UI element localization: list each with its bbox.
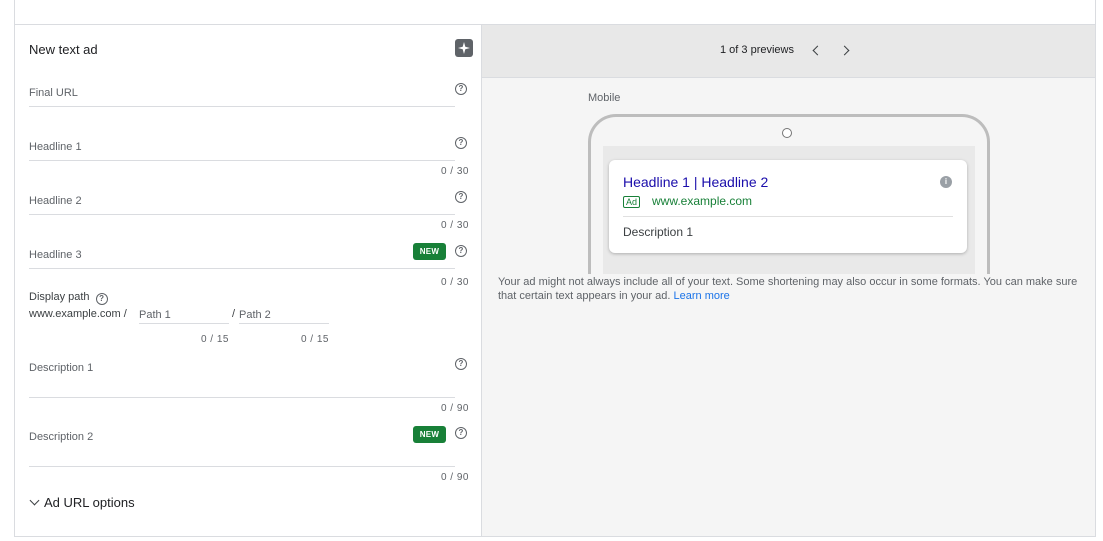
editor-title: New text ad (29, 42, 98, 57)
path2-input[interactable] (239, 307, 329, 324)
path2-counter: 0 / 15 (300, 334, 329, 345)
headline2-input[interactable] (29, 196, 455, 215)
display-path-domain: www.example.com / (29, 308, 127, 320)
path1-counter: 0 / 15 (200, 334, 229, 345)
path-separator: / (232, 308, 236, 320)
chevron-down-icon (29, 495, 40, 506)
ad-preview-card: Headline 1 | Headline 2 i Ad www.example… (609, 160, 967, 253)
learn-more-link[interactable]: Learn more (674, 290, 730, 302)
ad-headline: Headline 1 | Headline 2 (623, 174, 769, 190)
headline1-counter: 0 / 30 (440, 166, 469, 177)
ad-editor-frame: New text ad Final URL ? Headline 1 ? 0 /… (14, 25, 1096, 537)
path1-input[interactable] (139, 307, 229, 324)
headline3-counter: 0 / 30 (440, 277, 469, 288)
description2-label: Description 2 (29, 431, 94, 443)
ad-description: Description 1 (623, 225, 694, 239)
phone-camera (782, 128, 792, 138)
new-badge: NEW (413, 426, 446, 443)
final-url-input[interactable] (29, 88, 455, 107)
top-bar (14, 0, 1096, 25)
ad-divider (623, 216, 953, 217)
sparkle-icon[interactable] (455, 39, 473, 57)
description1-counter: 0 / 90 (440, 403, 469, 414)
description2-counter: 0 / 90 (440, 472, 469, 483)
preview-disclaimer: Your ad might not always include all of … (498, 275, 1078, 303)
display-path-label: Display path ? (29, 291, 108, 305)
ad-display-url: www.example.com (652, 194, 753, 208)
display-path-label-text: Display path (29, 291, 90, 303)
mobile-phone-frame: Headline 1 | Headline 2 i Ad www.example… (588, 114, 990, 274)
help-icon[interactable]: ? (455, 427, 467, 439)
ad-badge: Ad (623, 196, 641, 208)
description1-label: Description 1 (29, 362, 94, 374)
preview-header: 1 of 3 previews (482, 25, 1095, 78)
help-icon[interactable]: ? (95, 293, 108, 305)
preview-count: 1 of 3 previews (720, 44, 794, 56)
sparkle-icon-glyph (458, 42, 470, 54)
chevron-left-icon[interactable] (808, 43, 824, 59)
ad-url-options-label: Ad URL options (44, 495, 135, 510)
help-icon[interactable]: ? (455, 83, 467, 95)
info-icon[interactable]: i (940, 176, 952, 188)
headline1-input[interactable] (29, 142, 455, 161)
phone-screen: Headline 1 | Headline 2 i Ad www.example… (603, 146, 975, 274)
help-icon[interactable]: ? (455, 191, 467, 203)
description1-input[interactable] (29, 379, 455, 398)
help-icon[interactable]: ? (455, 245, 467, 257)
disclaimer-text: Your ad might not always include all of … (498, 276, 1078, 302)
help-icon[interactable]: ? (455, 137, 467, 149)
chevron-right-icon[interactable] (838, 43, 854, 59)
description2-input[interactable] (29, 448, 455, 467)
device-label: Mobile (588, 92, 621, 104)
headline3-input[interactable] (29, 250, 455, 269)
headline2-counter: 0 / 30 (440, 220, 469, 231)
help-icon[interactable]: ? (455, 358, 467, 370)
ad-editor-panel: New text ad Final URL ? Headline 1 ? 0 /… (15, 25, 482, 536)
ad-preview-panel: 1 of 3 previews Mobile Headline 1 | Head… (482, 25, 1095, 536)
new-badge: NEW (413, 243, 446, 260)
ad-url-options-toggle[interactable]: Ad URL options (29, 495, 135, 510)
